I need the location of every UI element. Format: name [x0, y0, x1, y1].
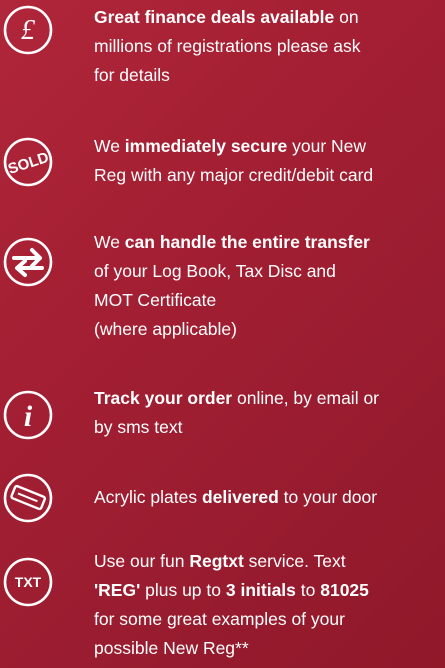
txt-text: TXT: [15, 574, 42, 590]
feature-span: to your door: [278, 487, 378, 507]
feature-line: (where applicable): [94, 315, 444, 344]
feature-line: Great finance deals available on: [94, 3, 444, 32]
feature-span: on: [334, 7, 359, 27]
feature-line: Reg with any major credit/debit card: [94, 161, 444, 190]
feature-line: for some great examples of your: [94, 605, 444, 634]
feature-span: Reg with any major credit/debit card: [94, 165, 374, 185]
feature-span: Use our fun: [94, 551, 190, 571]
feature-span: plus up to: [140, 580, 226, 600]
info-symbol: i: [24, 400, 33, 433]
feature-span: online, by email or: [232, 388, 380, 408]
feature-strong: Great finance deals available: [94, 7, 335, 27]
sold-text: SOLD: [6, 149, 51, 178]
feature-strong: 81025: [320, 580, 369, 600]
feature-span: for details: [94, 65, 170, 85]
feature-span: millions of registrations please ask: [94, 36, 361, 56]
feature-line: of your Log Book, Tax Disc and: [94, 257, 444, 286]
feature-strong: Regtxt: [189, 551, 244, 571]
feature-line: We can handle the entire transfer: [94, 228, 444, 257]
pound-sign-icon: £: [2, 4, 54, 56]
feature-strong: 3 initials: [225, 580, 296, 600]
feature-track-text: Track your order online, by email or by …: [94, 384, 444, 442]
feature-span: for some great examples of your: [94, 609, 345, 629]
feature-span: to: [295, 580, 321, 600]
info-icon: i: [2, 389, 54, 441]
feature-span: service. Text: [243, 551, 346, 571]
feature-transfer-text: We can handle the entire transfer of you…: [94, 228, 444, 344]
feature-line: by sms text: [94, 413, 444, 442]
feature-line: millions of registrations please ask: [94, 32, 444, 61]
feature-strong: Track your order: [94, 388, 233, 408]
feature-span: We: [94, 232, 125, 252]
feature-secure-text: We immediately secure your New Reg with …: [94, 132, 444, 190]
features-panel: £ Great finance deals available on milli…: [0, 0, 445, 668]
feature-line: Track your order online, by email or: [94, 384, 444, 413]
feature-line: We immediately secure your New: [94, 132, 444, 161]
number-plate-icon: [2, 472, 54, 524]
feature-finance-text: Great finance deals available on million…: [94, 3, 444, 90]
feature-line: 'REG' plus up to 3 initials to 81025: [94, 576, 444, 605]
feature-line: Acrylic plates delivered to your door: [94, 483, 444, 512]
feature-strong: delivered: [201, 487, 279, 507]
sold-stamp-icon: SOLD: [2, 136, 54, 188]
feature-line: Use our fun Regtxt service. Text: [94, 547, 444, 576]
feature-span: We: [94, 136, 125, 156]
feature-strong: can handle the entire transfer: [124, 232, 370, 252]
feature-line: MOT Certificate: [94, 286, 444, 315]
feature-strong: immediately secure: [124, 136, 288, 156]
feature-span: MOT Certificate: [94, 290, 217, 310]
feature-plates-text: Acrylic plates delivered to your door: [94, 483, 444, 512]
feature-span: Acrylic plates: [94, 487, 202, 507]
feature-line: for details: [94, 61, 444, 90]
feature-span: by sms text: [94, 417, 183, 437]
feature-strong: 'REG': [94, 580, 141, 600]
feature-regtxt-text: Use our fun Regtxt service. Text 'REG' p…: [94, 547, 444, 663]
feature-line: possible New Reg**: [94, 634, 444, 663]
feature-span: of your Log Book, Tax Disc and: [94, 261, 336, 281]
pound-symbol: £: [21, 15, 36, 46]
feature-span: possible New Reg**: [94, 638, 249, 658]
txt-icon: TXT: [2, 556, 54, 608]
feature-span: your New: [287, 136, 367, 156]
transfer-arrows-icon: [2, 236, 54, 288]
feature-span: (where applicable): [94, 319, 237, 339]
